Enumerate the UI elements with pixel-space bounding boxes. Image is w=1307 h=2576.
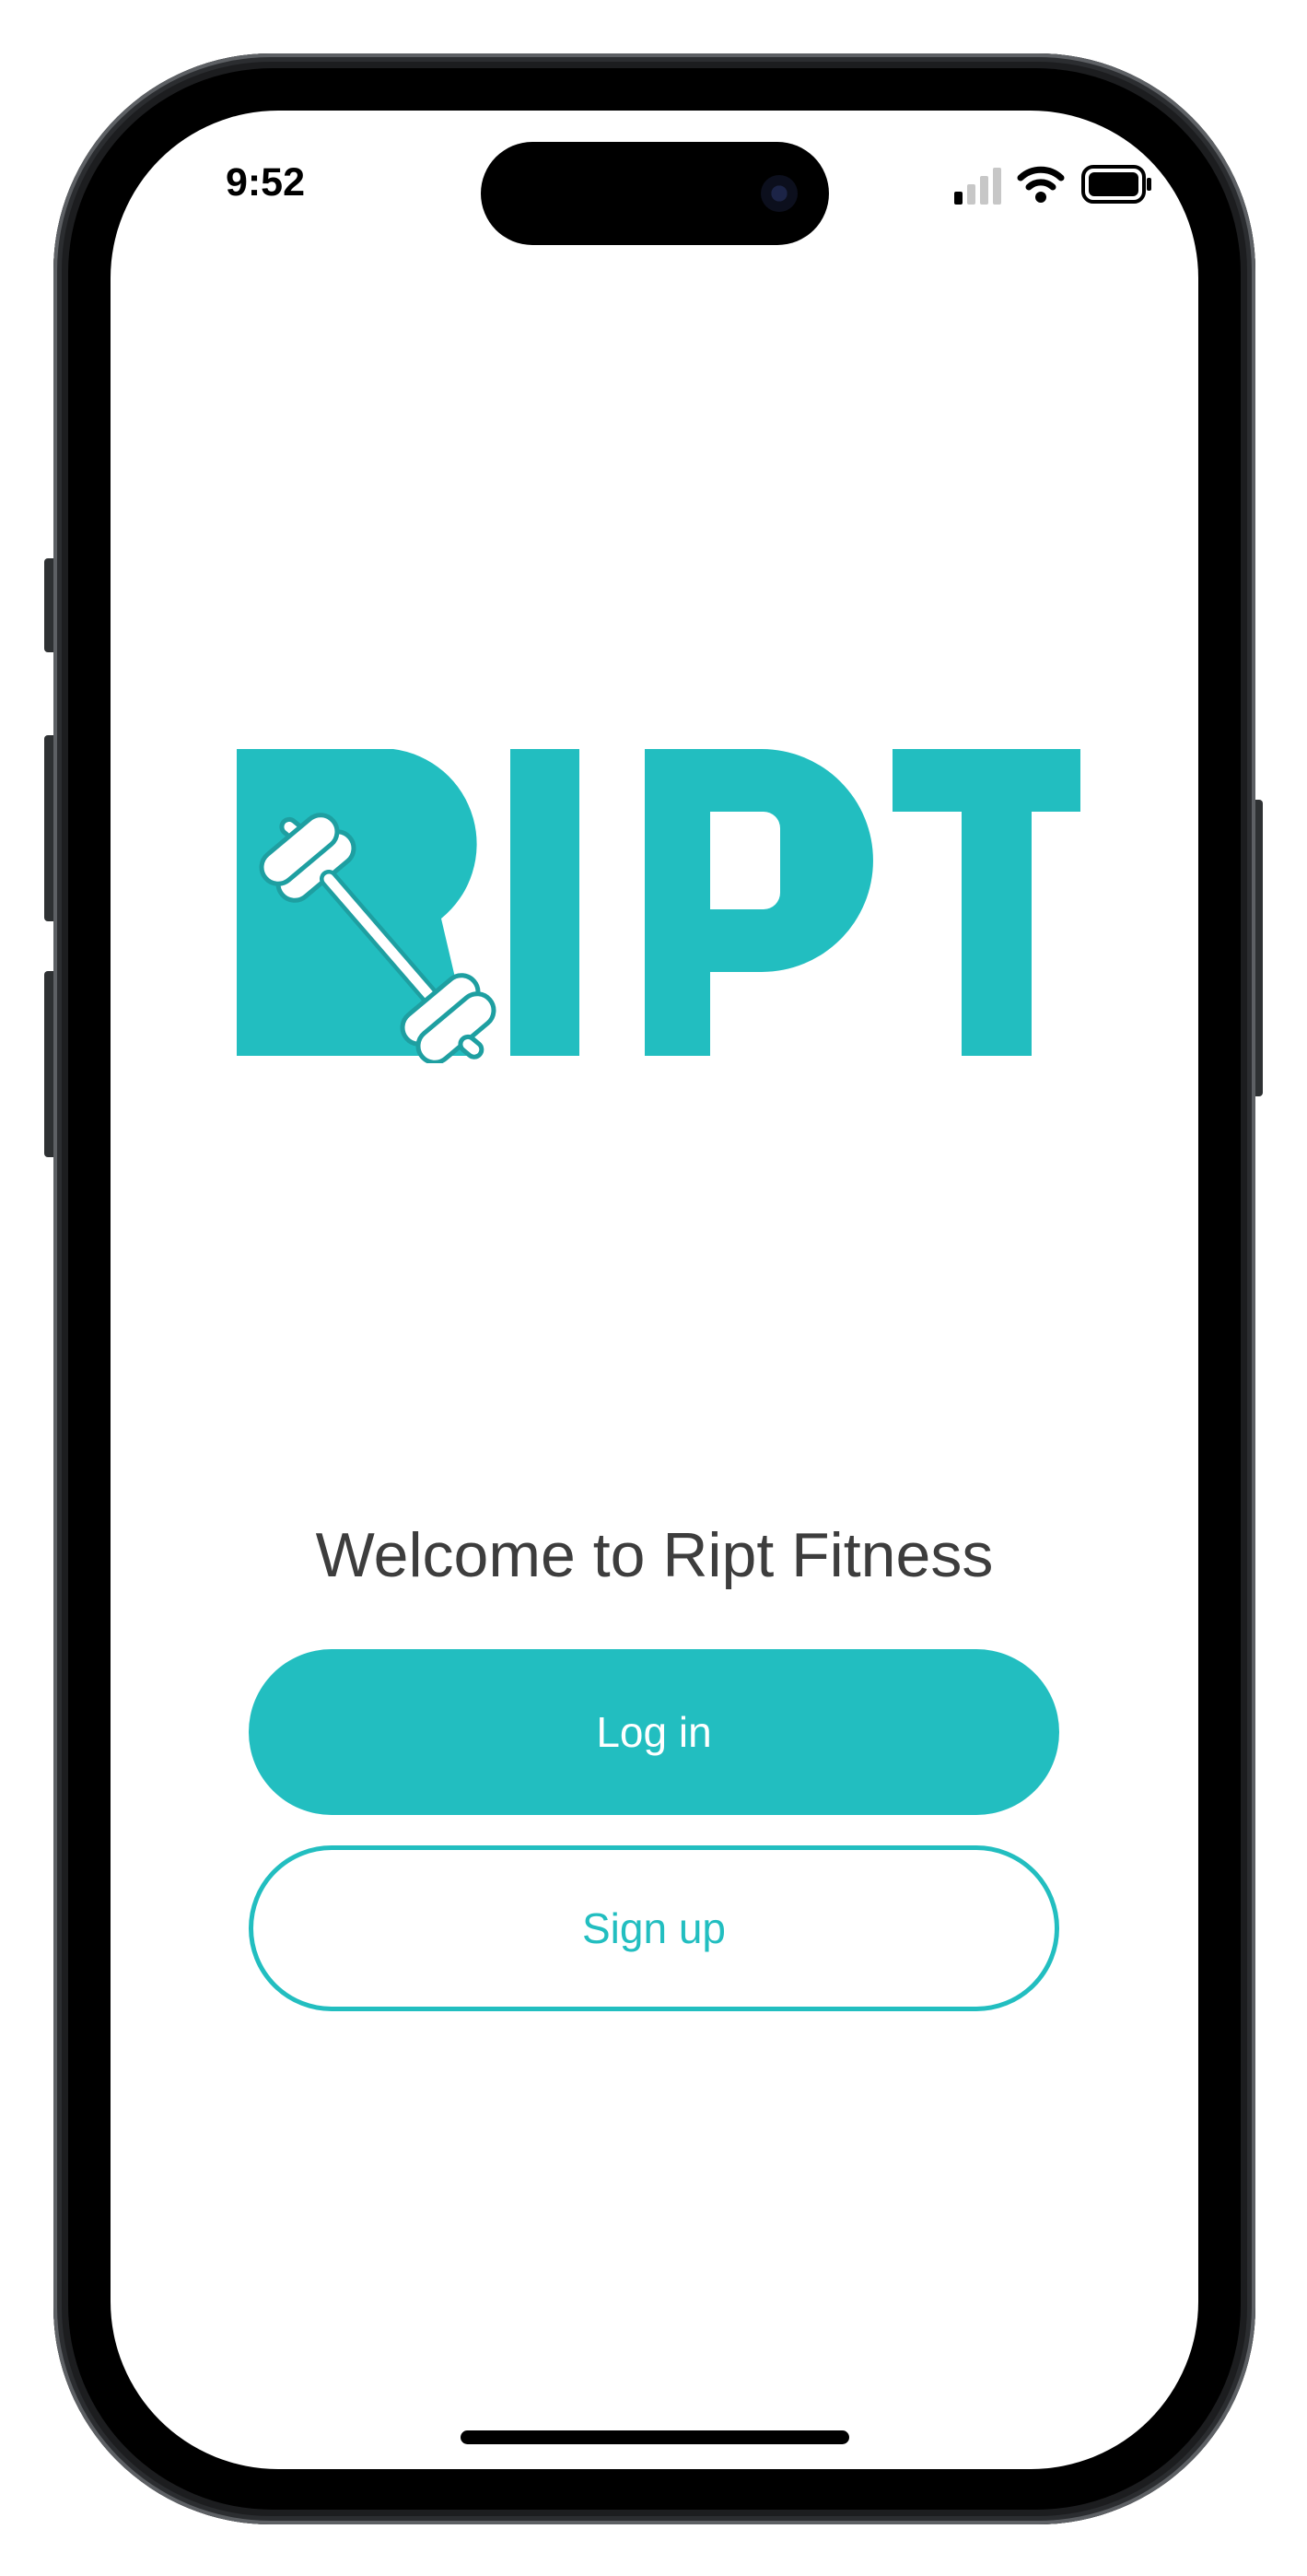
wifi-icon (1017, 166, 1065, 203)
welcome-heading: Welcome to Ript Fitness (315, 1520, 994, 1590)
login-button-label: Log in (596, 1708, 712, 1756)
battery-icon (1081, 165, 1151, 204)
signup-button-label: Sign up (581, 1904, 726, 1952)
dynamic-island (481, 142, 829, 245)
home-indicator[interactable] (461, 2430, 849, 2444)
app-screen: 9:52 Welcome to Ript Fitness Log in Sign… (111, 111, 1198, 2469)
login-button[interactable]: Log in (249, 1649, 1059, 1815)
cellular-signal-icon (954, 168, 1001, 205)
status-icons (954, 162, 1155, 206)
status-time: 9:52 (225, 160, 306, 205)
ript-logo-image (237, 749, 1089, 1065)
signup-button[interactable]: Sign up (249, 1845, 1059, 2011)
ript-logo (237, 639, 1089, 1065)
front-camera-icon (761, 175, 798, 212)
